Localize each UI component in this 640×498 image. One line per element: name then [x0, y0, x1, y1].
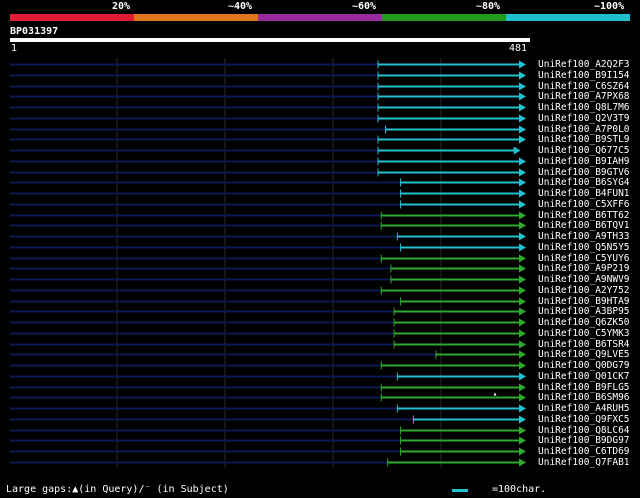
hit-label[interactable]: UniRef100_A9NWV9 — [538, 274, 630, 285]
hit-arrow — [519, 114, 526, 123]
hit-label[interactable]: UniRef100_Q9LVE5 — [538, 349, 630, 360]
hit-arrow — [519, 232, 526, 241]
hit-label[interactable]: UniRef100_A3BP95 — [538, 306, 630, 317]
hit-arrow — [513, 146, 521, 155]
hit-arrow — [519, 383, 526, 392]
hit-label[interactable]: UniRef100_A2Q2F3 — [538, 59, 630, 70]
hit-arrow — [519, 92, 526, 101]
hit-arrow — [519, 372, 526, 381]
hit-arrow — [519, 200, 526, 209]
hit-label[interactable]: UniRef100_A9P219 — [538, 263, 630, 274]
hit-label[interactable]: UniRef100_Q6ZK50 — [538, 317, 630, 328]
hit-arrow — [519, 82, 526, 91]
hit-arrow — [519, 393, 526, 402]
hit-label[interactable]: UniRef100_B6SM96 — [538, 392, 630, 403]
hit-arrow — [519, 264, 526, 273]
hit-arrow — [519, 71, 526, 80]
hit-label[interactable]: UniRef100_C6TD69 — [538, 446, 630, 457]
hit-label[interactable]: UniRef100_C5YMK3 — [538, 328, 630, 339]
hit-label[interactable]: UniRef100_Q01CK7 — [538, 371, 630, 382]
scale-legend: =100char. — [492, 484, 547, 495]
hit-label[interactable]: UniRef100_A4RUH5 — [538, 403, 630, 414]
hit-label[interactable]: UniRef100_Q677C5 — [538, 145, 630, 156]
hit-arrow — [519, 275, 526, 284]
hit-arrow — [519, 254, 526, 263]
hit-arrow — [519, 458, 526, 467]
hit-label[interactable]: UniRef100_B9DG97 — [538, 435, 630, 446]
hit-arrow — [519, 307, 526, 316]
hit-arrow — [519, 318, 526, 327]
hit-arrow — [519, 178, 526, 187]
hit-label[interactable]: UniRef100_Q8L7M6 — [538, 102, 630, 113]
hit-arrow — [519, 103, 526, 112]
hit-label[interactable]: UniRef100_Q2V3T9 — [538, 113, 630, 124]
hit-label[interactable]: UniRef100_Q7FAB1 — [538, 457, 630, 468]
hit-label[interactable]: UniRef100_B4FUN1 — [538, 188, 630, 199]
hit-arrow — [519, 157, 526, 166]
gaps-legend: Large gaps:▲(in Query)/⁻ (in Subject) — [6, 484, 229, 495]
hit-arrow — [519, 221, 526, 230]
hit-label[interactable]: UniRef100_B6TQV1 — [538, 220, 630, 231]
hit-arrow — [519, 447, 526, 456]
hit-arrow — [519, 211, 526, 220]
hit-arrow — [519, 60, 526, 69]
hit-label[interactable]: UniRef100_Q0DG79 — [538, 360, 630, 371]
hit-arrow — [519, 189, 526, 198]
hit-arrow — [519, 436, 526, 445]
hit-arrow — [519, 168, 526, 177]
hit-label[interactable]: UniRef100_B6SYG4 — [538, 177, 630, 188]
hit-arrow — [519, 340, 526, 349]
hit-label[interactable]: UniRef100_C5XFF6 — [538, 199, 630, 210]
hit-label[interactable]: UniRef100_A2Y752 — [538, 285, 630, 296]
query-gap-marker — [493, 392, 497, 396]
hit-label[interactable]: UniRef100_A7PX68 — [538, 91, 630, 102]
hit-arrow — [519, 243, 526, 252]
hit-label[interactable]: UniRef100_A9TH33 — [538, 231, 630, 242]
hit-arrow — [519, 135, 526, 144]
hit-arrow — [519, 415, 526, 424]
hit-label[interactable]: UniRef100_B9STL9 — [538, 134, 630, 145]
hit-arrow — [519, 350, 526, 359]
hit-arrow — [519, 361, 526, 370]
hit-arrow — [519, 297, 526, 306]
hit-arrow — [519, 404, 526, 413]
hit-arrow — [519, 329, 526, 338]
hit-arrow — [519, 125, 526, 134]
hit-label[interactable]: UniRef100_B9I154 — [538, 70, 630, 81]
hit-label[interactable]: UniRef100_Q9FXC5 — [538, 414, 630, 425]
hit-label[interactable]: UniRef100_Q5N5Y5 — [538, 242, 630, 253]
hit-label[interactable]: UniRef100_B9IAH9 — [538, 156, 630, 167]
scale-line — [452, 489, 468, 492]
hit-arrow — [519, 286, 526, 295]
hit-arrow — [519, 426, 526, 435]
